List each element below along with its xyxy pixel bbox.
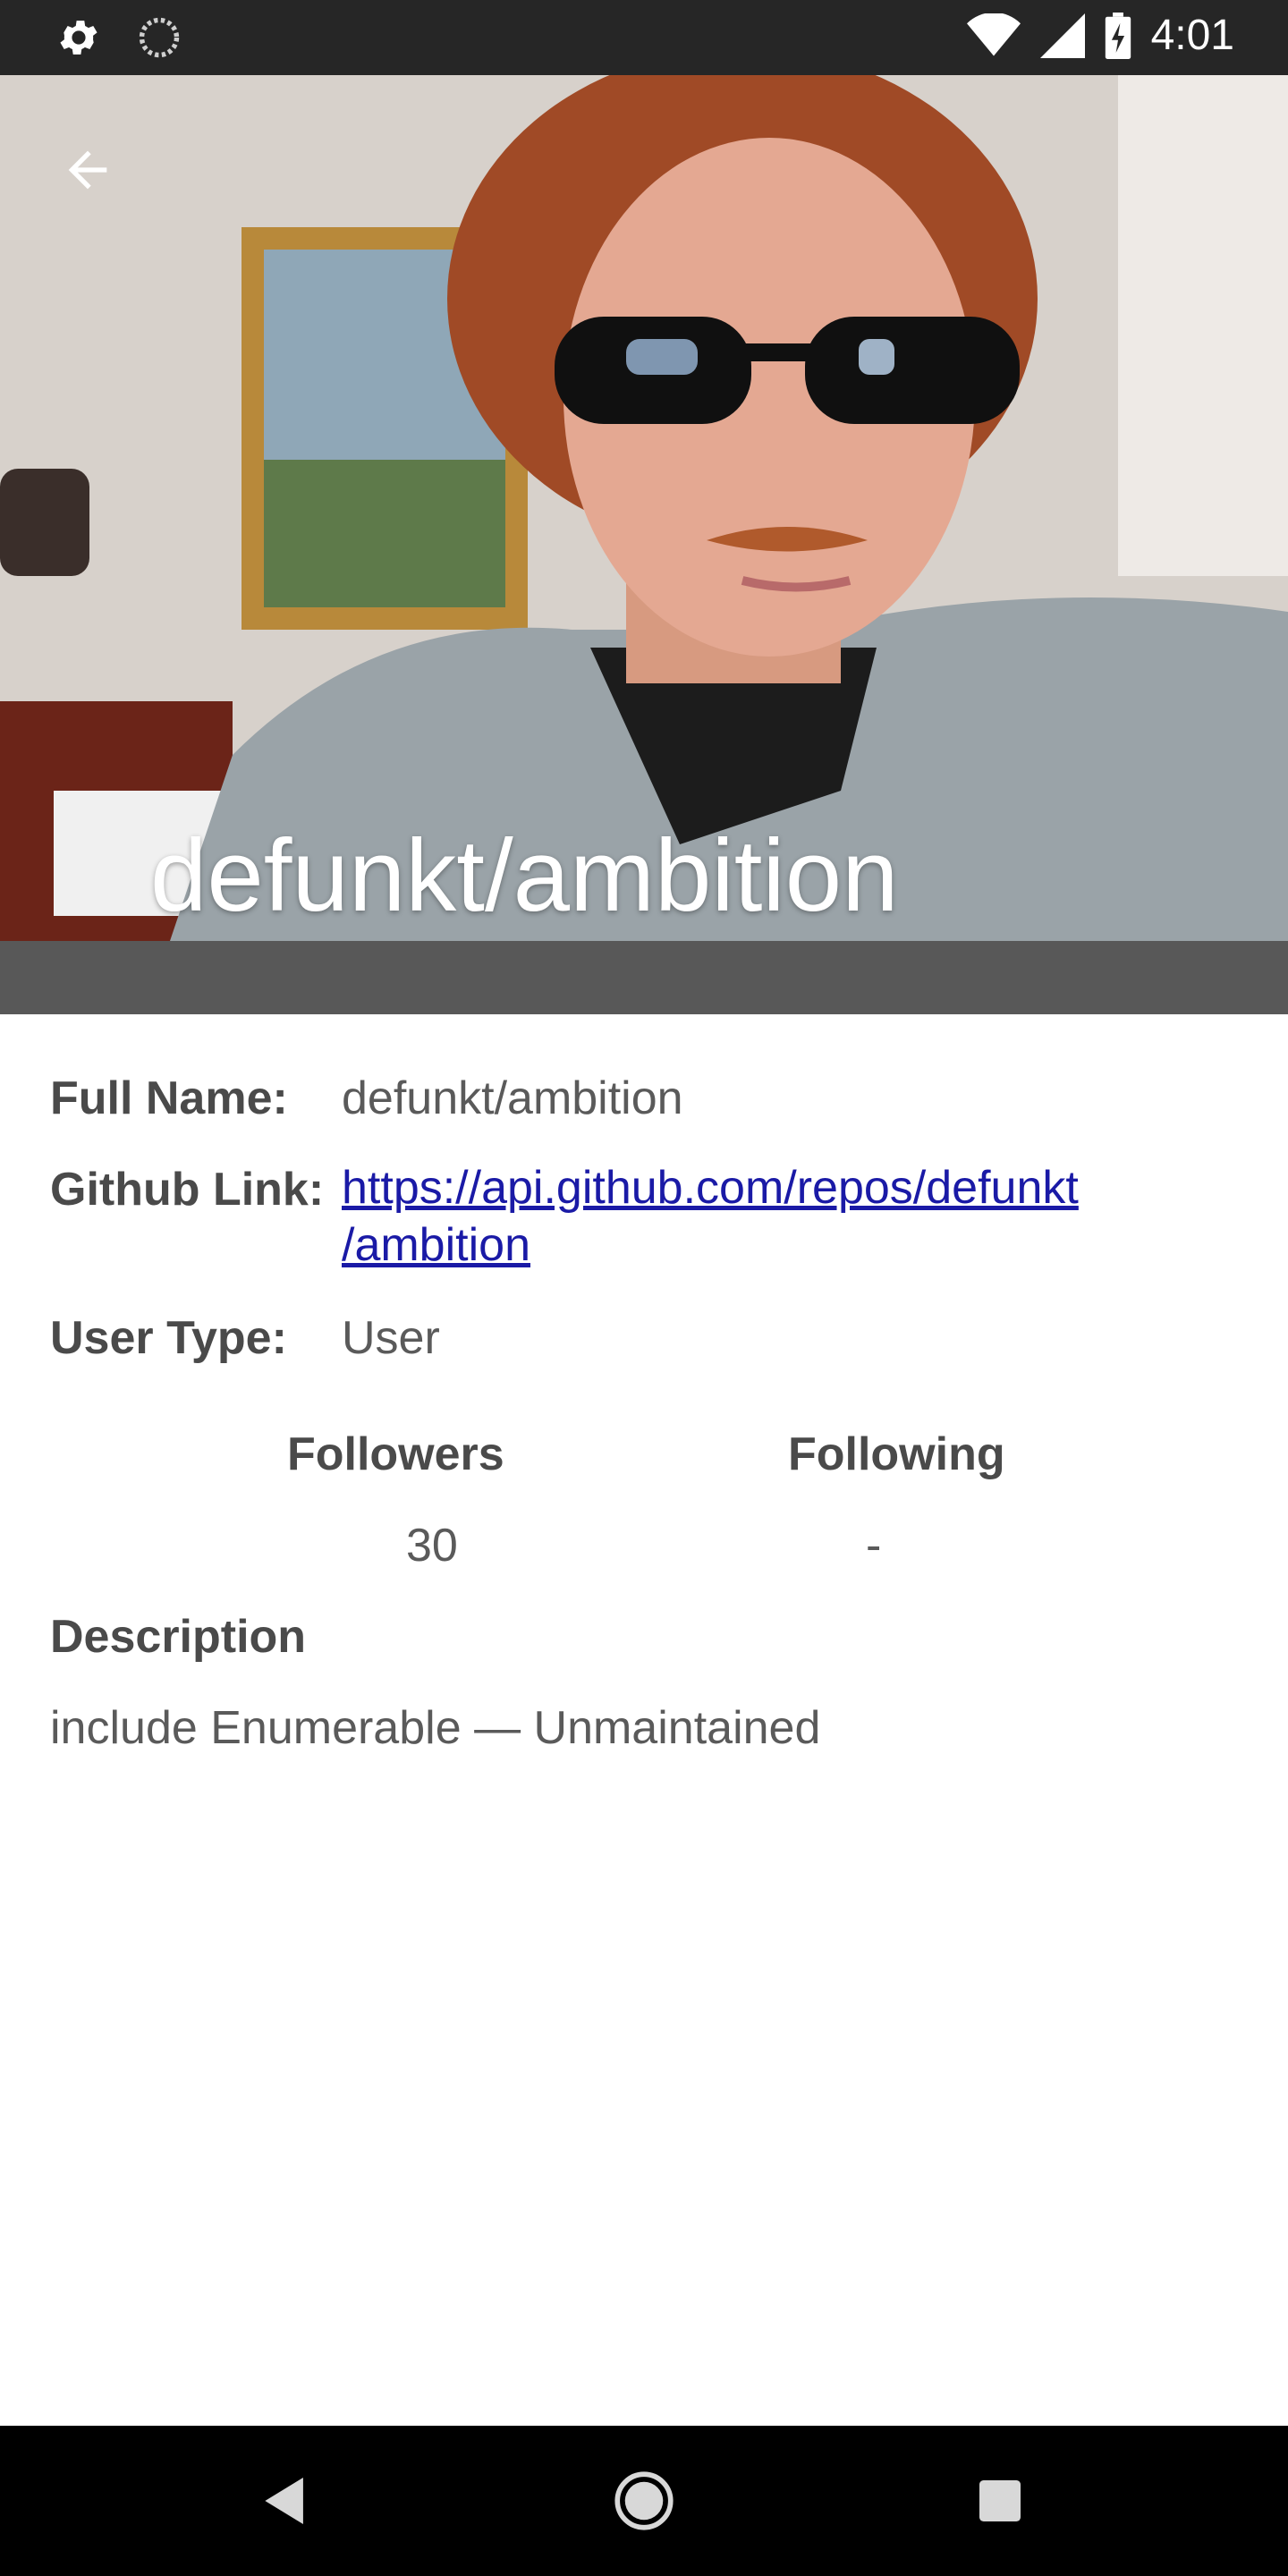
- back-button[interactable]: [52, 134, 123, 206]
- following-value: -: [866, 1520, 882, 1572]
- home-circle-icon: [614, 2470, 674, 2531]
- repo-title: defunkt/ambition: [150, 819, 899, 933]
- signal-icon: [1039, 13, 1085, 58]
- description-label: Description: [50, 1611, 307, 1663]
- avatar-photo: [0, 75, 1288, 941]
- followers-value: 30: [406, 1520, 458, 1572]
- header-band: [0, 941, 1288, 1014]
- back-triangle-icon: [265, 2478, 308, 2524]
- status-left-icons: [55, 14, 182, 61]
- github-link-line-2: /ambition: [342, 1219, 530, 1271]
- description-text: include Enumerable — Unmaintained: [50, 1702, 821, 1754]
- github-link[interactable]: https://api.github.com/repos/defunkt /am…: [342, 1159, 1079, 1274]
- status-time: 4:01: [1150, 12, 1234, 59]
- user-type-value: User: [342, 1312, 440, 1364]
- profile-header: defunkt/ambition: [0, 75, 1288, 1014]
- battery-icon: [1105, 12, 1131, 59]
- full-name-label: Full Name:: [50, 1072, 288, 1124]
- status-right-icons: 4:01: [966, 11, 1234, 60]
- sync-icon: [136, 14, 182, 61]
- status-bar: 4:01: [0, 0, 1288, 75]
- nav-back-button[interactable]: [250, 2465, 322, 2537]
- user-type-label: User Type:: [50, 1312, 287, 1364]
- full-name-value: defunkt/ambition: [342, 1072, 683, 1124]
- github-link-label: Github Link:: [50, 1164, 325, 1216]
- arrow-left-icon: [59, 141, 116, 199]
- nav-recents-button[interactable]: [964, 2465, 1036, 2537]
- system-nav-bar: [0, 2426, 1288, 2576]
- github-link-line-1: https://api.github.com/repos/defunkt: [342, 1162, 1079, 1214]
- following-label: Following: [788, 1428, 1005, 1480]
- recents-square-icon: [979, 2480, 1021, 2521]
- nav-home-button[interactable]: [608, 2465, 680, 2537]
- gear-icon: [55, 14, 102, 61]
- wifi-icon: [966, 13, 1021, 58]
- followers-label: Followers: [287, 1428, 504, 1480]
